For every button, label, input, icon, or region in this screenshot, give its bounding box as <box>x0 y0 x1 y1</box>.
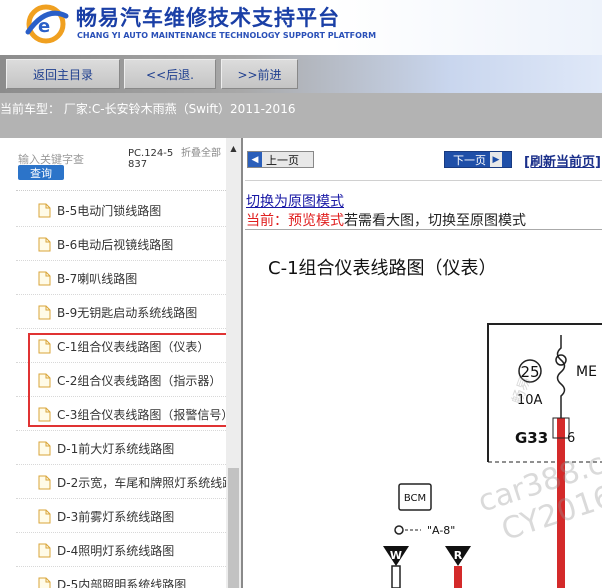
refresh-page-link[interactable]: [刷新当前页] <box>524 151 601 170</box>
document-icon <box>38 305 51 319</box>
document-icon <box>38 271 51 285</box>
forward-button[interactable]: >>前进 <box>221 59 298 89</box>
tree-item-label: B-5电动门锁线路图 <box>57 203 162 218</box>
highlight-box <box>28 333 233 427</box>
bcm-label: BCM <box>404 493 426 504</box>
tree-item[interactable]: B-6电动后视镜线路图 <box>38 234 173 254</box>
tree-item-label: D-4照明灯系统线路图 <box>57 543 175 558</box>
divider <box>16 190 226 191</box>
tree-item-label: D-2示宽，车尾和牌照灯系统线路图 <box>57 475 243 490</box>
sidebar-scrollbar[interactable]: ▲ <box>226 138 241 588</box>
pin-node <box>394 525 404 535</box>
svg-text:e: e <box>38 16 50 37</box>
next-page-label: 下一页 <box>453 153 486 167</box>
divider <box>16 430 226 431</box>
brand-title: 畅易汽车维修技术支持平台 <box>76 6 340 30</box>
arrow-right-icon: ▶ <box>490 152 502 167</box>
tree-item-label: B-6电动后视镜线路图 <box>57 237 174 252</box>
wiring-diagram: C-1组合仪表线路图（仪表） 25 ME 10A G33 6 BCM "A-8" <box>245 230 602 588</box>
vehicle-bar: 当前车型： 厂家:C-长安铃木雨燕（Swift）2011-2016 <box>0 93 602 138</box>
scroll-up-arrow-icon[interactable]: ▲ <box>226 142 241 154</box>
white-wire <box>391 565 401 588</box>
tree-item[interactable]: D-1前大灯系统线路图 <box>38 438 174 458</box>
divider <box>245 180 602 181</box>
back-button[interactable]: <<后退. <box>124 59 216 89</box>
document-icon <box>38 577 51 588</box>
fuse-label: ME <box>576 364 597 380</box>
scroll-thumb[interactable] <box>228 468 239 588</box>
switch-mode-link[interactable]: 切换为原图模式 <box>246 191 344 211</box>
divider <box>16 328 226 329</box>
sidebar: 输入关键字查 查询 PC.124-5837 折叠全部 B-5电动门锁线路图 B-6… <box>0 138 243 588</box>
fuse-element <box>556 335 566 418</box>
arrow-left-icon: ◀ <box>248 152 262 167</box>
red-wire-2 <box>454 566 462 588</box>
divider <box>16 498 226 499</box>
divider <box>16 566 226 567</box>
tree-item[interactable]: D-3前雾灯系统线路图 <box>38 506 174 526</box>
document-icon <box>38 543 51 557</box>
tree-item-label: D-1前大灯系统线路图 <box>57 441 175 456</box>
divider <box>16 294 226 295</box>
content-pane: ◀ 上一页 下一页 ▶ [刷新当前页] 切换为原图模式 当前：预览模式若需看大图… <box>245 138 602 588</box>
tree-item-label: B-7喇叭线路图 <box>57 271 138 286</box>
mode-status: 当前：预览模式若需看大图，切换至原图模式 <box>246 210 526 230</box>
wire-marker-r-label: R <box>454 549 463 562</box>
document-icon <box>38 475 51 489</box>
current-vehicle: 当前车型： 厂家:C-长安铃木雨燕（Swift）2011-2016 <box>0 102 296 116</box>
brand-subtitle: CHANG YI AUTO MAINTENANCE TECHNOLOGY SUP… <box>77 31 377 40</box>
search-button[interactable]: 查询 <box>18 165 64 180</box>
divider <box>16 464 226 465</box>
document-icon <box>38 509 51 523</box>
mode-current: 当前：预览模式 <box>246 213 344 229</box>
logo-icon: e <box>25 4 69 44</box>
tree-item[interactable]: B-7喇叭线路图 <box>38 268 137 288</box>
tree-item[interactable]: B-9无钥匙启动系统线路图 <box>38 302 197 322</box>
tree-item-label: D-3前雾灯系统线路图 <box>57 509 175 524</box>
nav-bar: 返回主目录 <<后退. >>前进 <box>0 55 602 93</box>
next-page-button[interactable]: 下一页 ▶ <box>444 151 512 168</box>
wire-marker-w-label: W <box>390 549 402 562</box>
collapse-all-link[interactable]: 折叠全部 <box>181 148 221 159</box>
divider <box>16 260 226 261</box>
pc-code: PC.124-5837 <box>128 148 174 170</box>
tree-item[interactable]: B-5电动门锁线路图 <box>38 200 161 220</box>
document-icon <box>38 203 51 217</box>
divider <box>16 226 226 227</box>
connector-label: G33 <box>515 429 548 447</box>
prev-page-label: 上一页 <box>266 153 299 167</box>
mode-hint: 若需看大图，切换至原图模式 <box>344 213 526 229</box>
tree-item[interactable]: D-4照明灯系统线路图 <box>38 540 174 560</box>
page-bar: ◀ 上一页 下一页 ▶ [刷新当前页] <box>245 138 602 180</box>
pin-reference: "A-8" <box>427 524 455 537</box>
document-icon <box>38 237 51 251</box>
home-button[interactable]: 返回主目录 <box>6 59 120 89</box>
divider <box>16 532 226 533</box>
tree-item-label: B-9无钥匙启动系统线路图 <box>57 305 198 320</box>
prev-page-button[interactable]: ◀ 上一页 <box>247 151 314 168</box>
document-icon <box>38 441 51 455</box>
search-area: 输入关键字查 查询 <box>18 150 118 180</box>
tree-item-label: D-5内部照明系统线路图 <box>57 577 187 588</box>
app-header: e 畅易汽车维修技术支持平台 CHANG YI AUTO MAINTENANCE… <box>0 0 602 55</box>
tree-item[interactable]: D-5内部照明系统线路图 <box>38 574 186 588</box>
tree-item[interactable]: D-2示宽，车尾和牌照灯系统线路图 <box>38 472 243 492</box>
